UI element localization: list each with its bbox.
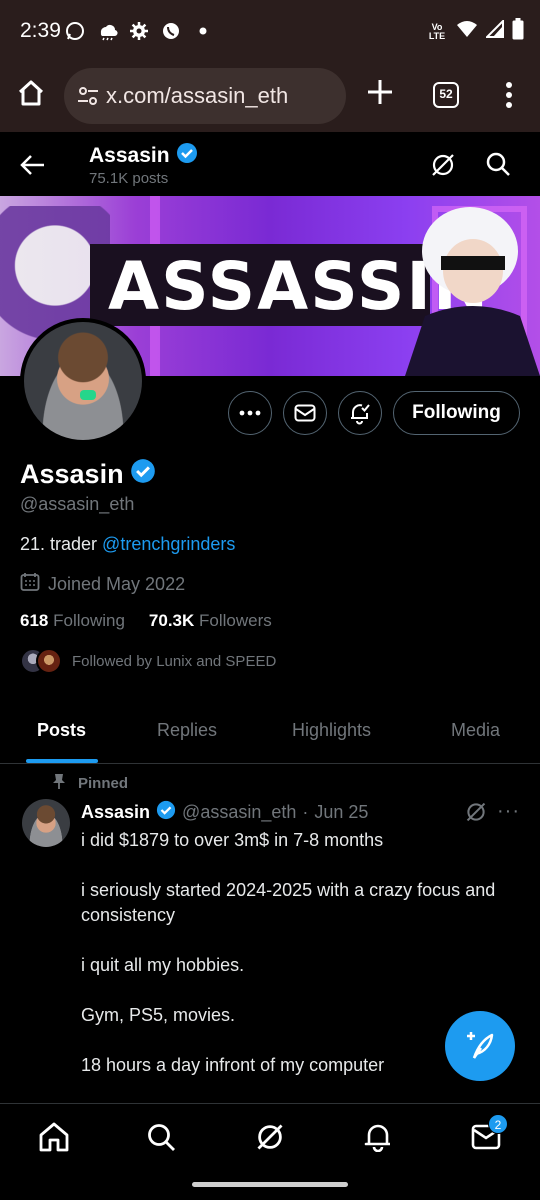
- pin-icon: [52, 773, 66, 793]
- compose-feather-icon: [467, 1032, 494, 1059]
- tab-highlights[interactable]: Highlights: [292, 720, 371, 741]
- grok-icon[interactable]: [465, 801, 487, 823]
- tweet-header: Assasin @assasin_eth · Jun 25: [81, 800, 368, 825]
- following-button[interactable]: Following: [393, 391, 520, 435]
- tweet-line: i quit all my hobbies.: [81, 955, 245, 975]
- profile-tabs: Posts Replies Highlights Media: [0, 706, 540, 764]
- nav-grok-icon[interactable]: [253, 1120, 287, 1154]
- header-name-text: Assasin: [89, 144, 170, 167]
- following-label: Following: [53, 611, 125, 630]
- home-icon[interactable]: [16, 78, 48, 110]
- followers-label: Followers: [199, 611, 272, 630]
- new-tab-icon[interactable]: [366, 78, 396, 108]
- tweet-line: i seriously started 2024-2025 with a cra…: [81, 880, 496, 925]
- profile-avatar[interactable]: [20, 318, 146, 444]
- whatsapp-icon: [64, 20, 86, 42]
- tab-replies[interactable]: Replies: [157, 720, 217, 741]
- volte-icon: Vo LTE: [428, 21, 446, 41]
- signal-icon: [484, 18, 504, 43]
- status-bar: 2:39 Vo LTE: [0, 0, 540, 62]
- tab-switcher-button[interactable]: 52: [433, 82, 459, 108]
- followed-by[interactable]: Followed by Lunix and SPEED: [20, 648, 276, 674]
- followed-by-text: Followed by Lunix and SPEED: [72, 652, 277, 670]
- avatar-mic: [80, 390, 96, 400]
- message-button[interactable]: [283, 391, 327, 435]
- calendar-icon: [20, 572, 40, 597]
- back-arrow-icon[interactable]: [20, 152, 46, 178]
- tweet-line: i did $1879 to over 3m$ in 7-8 months: [81, 830, 384, 850]
- more-horiz-icon: [239, 410, 261, 416]
- tweet-separator: ·: [302, 802, 309, 822]
- tweet-date[interactable]: Jun 25: [314, 802, 368, 823]
- tab-posts[interactable]: Posts: [37, 720, 86, 741]
- bell-check-icon: [351, 404, 370, 425]
- joined-date: Joined May 2022: [20, 572, 185, 597]
- nav-search-icon[interactable]: [144, 1120, 178, 1154]
- tweet-avatar[interactable]: [22, 799, 70, 847]
- tab-media[interactable]: Media: [451, 720, 500, 741]
- tweet-handle: @assasin_eth: [182, 802, 297, 822]
- settings-icon: [128, 20, 150, 42]
- nav-notifications-icon[interactable]: [361, 1120, 395, 1154]
- notifications-toggle-button[interactable]: [338, 391, 382, 435]
- profile-bio: 21. trader @trenchgrinders: [20, 534, 235, 555]
- pinned-indicator: Pinned: [52, 773, 128, 793]
- more-options-button[interactable]: [228, 391, 272, 435]
- follow-stats: 618 Following 70.3K Followers: [20, 611, 272, 631]
- verified-icon: [156, 800, 176, 825]
- verified-icon: [130, 458, 156, 491]
- address-bar[interactable]: x.com/assasin_eth: [64, 68, 346, 124]
- following-count: 618: [20, 611, 49, 630]
- profile-name-text: Assasin: [20, 459, 124, 489]
- url-text: x.com/assasin_eth: [106, 83, 289, 108]
- wifi-icon: [456, 20, 478, 43]
- followers-stat[interactable]: 70.3K Followers: [149, 611, 272, 631]
- banner-character-right: [405, 207, 540, 376]
- tweet-more-icon[interactable]: ···: [497, 800, 520, 823]
- weather-icon: [96, 20, 118, 42]
- browser-toolbar: x.com/assasin_eth 52: [0, 62, 540, 132]
- mail-icon: [294, 404, 316, 422]
- bottom-navigation: [0, 1103, 540, 1171]
- profile-name: Assasin: [20, 458, 156, 491]
- profile-header: Assasin 75.1K posts: [0, 132, 540, 196]
- pinned-label: Pinned: [78, 774, 129, 792]
- following-stat[interactable]: 618 Following: [20, 611, 125, 631]
- followers-count: 70.3K: [148, 611, 195, 630]
- search-icon[interactable]: [485, 151, 511, 177]
- follower-avatar: [36, 648, 62, 674]
- joined-text: Joined May 2022: [48, 574, 186, 594]
- more-vert-icon[interactable]: [497, 80, 521, 110]
- header-name: Assasin: [89, 142, 198, 170]
- verified-icon: [176, 142, 198, 170]
- gesture-bar[interactable]: [192, 1182, 348, 1187]
- dot-icon: [192, 20, 214, 42]
- profile-handle: @assasin_eth: [20, 494, 135, 514]
- site-settings-icon[interactable]: [76, 84, 100, 108]
- bio-text: 21. trader: [20, 534, 103, 554]
- status-time: 2:39: [20, 19, 61, 42]
- active-tab-indicator: [26, 759, 98, 763]
- bio-mention-link[interactable]: @trenchgrinders: [102, 534, 235, 554]
- nav-home-icon[interactable]: [37, 1120, 71, 1154]
- header-posts-count: 75.1K posts: [89, 170, 169, 187]
- compose-button[interactable]: [445, 1011, 515, 1081]
- grok-icon[interactable]: [430, 152, 456, 178]
- messages-badge: 2: [488, 1114, 508, 1134]
- battery-icon: [512, 18, 524, 45]
- viber-icon: [160, 20, 182, 42]
- tweet-author[interactable]: Assasin: [81, 802, 150, 823]
